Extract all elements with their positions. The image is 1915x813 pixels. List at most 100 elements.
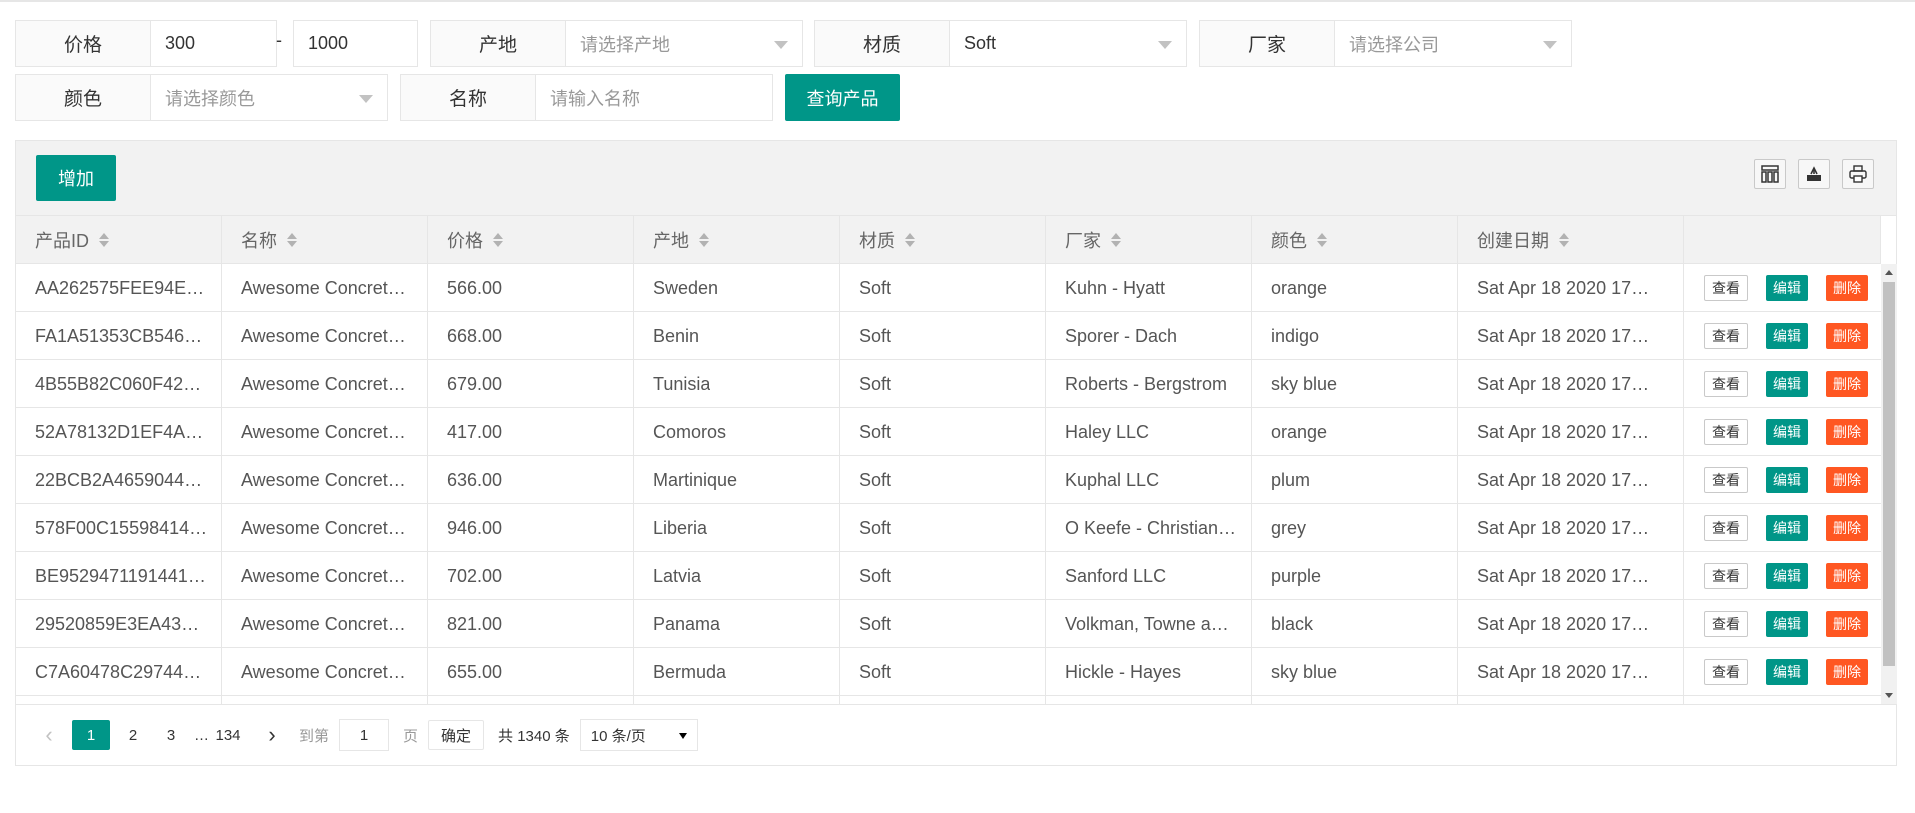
sort-icon[interactable] bbox=[699, 233, 709, 247]
maker-select[interactable]: 请选择公司 bbox=[1335, 20, 1572, 67]
export-icon[interactable] bbox=[1798, 159, 1830, 189]
delete-button[interactable]: 删除 bbox=[1826, 371, 1868, 397]
sort-icon[interactable] bbox=[1111, 233, 1121, 247]
view-button[interactable]: 查看 bbox=[1704, 467, 1748, 493]
origin-select[interactable]: 请选择产地 bbox=[566, 20, 803, 67]
cell-material: Soft bbox=[840, 696, 1046, 704]
sort-icon[interactable] bbox=[1559, 233, 1569, 247]
row-actions: 查看编辑删除 bbox=[1684, 696, 1881, 704]
cell-text: Benin bbox=[653, 325, 700, 346]
page-size-select[interactable]: 10 条/页 bbox=[579, 719, 698, 751]
cell-text: sky blue bbox=[1271, 373, 1338, 394]
column-header-maker[interactable]: 厂家 bbox=[1046, 216, 1252, 264]
sort-icon[interactable] bbox=[905, 233, 915, 247]
scroll-down-icon[interactable] bbox=[1885, 693, 1893, 698]
edit-button[interactable]: 编辑 bbox=[1766, 515, 1808, 541]
material-select[interactable]: Soft bbox=[950, 20, 1187, 67]
cell-id: AA262575FEE94E… bbox=[16, 264, 222, 312]
edit-button[interactable]: 编辑 bbox=[1766, 323, 1808, 349]
cell-color: black bbox=[1252, 600, 1458, 648]
delete-button[interactable]: 删除 bbox=[1826, 275, 1868, 301]
edit-button[interactable]: 编辑 bbox=[1766, 371, 1808, 397]
goto-confirm-button[interactable]: 确定 bbox=[428, 720, 485, 750]
column-header-created[interactable]: 创建日期 bbox=[1458, 216, 1684, 264]
sort-icon[interactable] bbox=[493, 233, 503, 247]
page-1-button[interactable]: 1 bbox=[72, 720, 110, 750]
name-input-placeholder: 请输入名称 bbox=[550, 88, 640, 109]
goto-page-input[interactable]: 1 bbox=[339, 719, 390, 751]
column-header-price[interactable]: 价格 bbox=[428, 216, 634, 264]
material-filter: 材质 Soft bbox=[814, 20, 1187, 67]
page-3-button[interactable]: 3 bbox=[156, 720, 186, 750]
edit-button[interactable]: 编辑 bbox=[1766, 659, 1808, 685]
edit-button[interactable]: 编辑 bbox=[1766, 419, 1808, 445]
cell-origin: Bermuda bbox=[634, 648, 840, 696]
color-select[interactable]: 请选择颜色 bbox=[151, 74, 388, 121]
cell-material: Soft bbox=[840, 360, 1046, 408]
cell-price: 946.00 bbox=[428, 504, 634, 552]
view-button[interactable]: 查看 bbox=[1704, 515, 1748, 541]
cell-color: purple bbox=[1252, 552, 1458, 600]
origin-label: 产地 bbox=[430, 20, 566, 67]
view-button[interactable]: 查看 bbox=[1704, 371, 1748, 397]
column-header-color[interactable]: 颜色 bbox=[1252, 216, 1458, 264]
view-button[interactable]: 查看 bbox=[1704, 611, 1748, 637]
row-actions: 查看编辑删除 bbox=[1684, 456, 1881, 504]
column-header-name[interactable]: 名称 bbox=[222, 216, 428, 264]
delete-button[interactable]: 删除 bbox=[1826, 659, 1868, 685]
edit-button[interactable]: 编辑 bbox=[1766, 467, 1808, 493]
cell-id: 52A78132D1EF4A… bbox=[16, 408, 222, 456]
cell-material: Soft bbox=[840, 408, 1046, 456]
origin-filter: 产地 请选择产地 bbox=[430, 20, 803, 67]
view-button[interactable]: 查看 bbox=[1704, 419, 1748, 445]
scroll-up-icon[interactable] bbox=[1885, 270, 1893, 275]
delete-button[interactable]: 删除 bbox=[1826, 419, 1868, 445]
name-input[interactable]: 请输入名称 bbox=[536, 74, 773, 121]
print-icon[interactable] bbox=[1842, 159, 1874, 189]
columns-filter-icon[interactable] bbox=[1754, 159, 1786, 189]
prev-page-icon[interactable]: ‹ bbox=[34, 720, 64, 750]
delete-button[interactable]: 删除 bbox=[1826, 467, 1868, 493]
delete-button[interactable]: 删除 bbox=[1826, 611, 1868, 637]
delete-button[interactable]: 删除 bbox=[1826, 323, 1868, 349]
goto-label: 到第 bbox=[299, 727, 330, 745]
cell-id: 22BCB2A4659044… bbox=[16, 456, 222, 504]
sort-icon[interactable] bbox=[99, 233, 109, 247]
column-title: 创建日期 bbox=[1477, 231, 1549, 251]
chevron-down-icon bbox=[359, 95, 373, 103]
price-max-input[interactable]: 1000 bbox=[293, 20, 418, 67]
delete-button[interactable]: 删除 bbox=[1826, 515, 1868, 541]
cell-text: Awesome Concret… bbox=[241, 565, 406, 586]
edit-button[interactable]: 编辑 bbox=[1766, 563, 1808, 589]
table-scrollbar[interactable] bbox=[1881, 264, 1897, 704]
scrollbar-thumb[interactable] bbox=[1883, 282, 1895, 666]
page-unit-label: 页 bbox=[403, 727, 419, 745]
query-products-button[interactable]: 查询产品 bbox=[785, 74, 900, 121]
total-count: 共 1340 条 bbox=[498, 727, 570, 745]
edit-button[interactable]: 编辑 bbox=[1766, 275, 1808, 301]
next-page-icon[interactable]: › bbox=[257, 720, 287, 750]
view-button[interactable]: 查看 bbox=[1704, 275, 1748, 301]
cell-name: Awesome Concret… bbox=[222, 552, 428, 600]
cell-text: 52A78132D1EF4A… bbox=[35, 421, 204, 442]
column-header-material[interactable]: 材质 bbox=[840, 216, 1046, 264]
sort-icon[interactable] bbox=[1317, 233, 1327, 247]
cell-created: Sat Apr 18 2020 17… bbox=[1458, 600, 1684, 648]
cell-created: Sat Apr 18 2020 17… bbox=[1458, 648, 1684, 696]
column-title: 厂家 bbox=[1065, 231, 1101, 251]
cell-text: Sat Apr 18 2020 17… bbox=[1477, 325, 1650, 346]
page-2-button[interactable]: 2 bbox=[118, 720, 148, 750]
column-header-id[interactable]: 产品ID bbox=[16, 216, 222, 264]
price-min-input[interactable]: 300 bbox=[151, 20, 277, 67]
view-button[interactable]: 查看 bbox=[1704, 563, 1748, 589]
last-page-button[interactable]: 134 bbox=[213, 720, 243, 750]
cell-text: Soft bbox=[859, 277, 892, 298]
add-button[interactable]: 增加 bbox=[36, 155, 116, 201]
delete-button[interactable]: 删除 bbox=[1826, 563, 1868, 589]
sort-icon[interactable] bbox=[287, 233, 297, 247]
column-header-origin[interactable]: 产地 bbox=[634, 216, 840, 264]
view-button[interactable]: 查看 bbox=[1704, 323, 1748, 349]
view-button[interactable]: 查看 bbox=[1704, 659, 1748, 685]
cell-id: 4B55B82C060F42… bbox=[16, 360, 222, 408]
edit-button[interactable]: 编辑 bbox=[1766, 611, 1808, 637]
